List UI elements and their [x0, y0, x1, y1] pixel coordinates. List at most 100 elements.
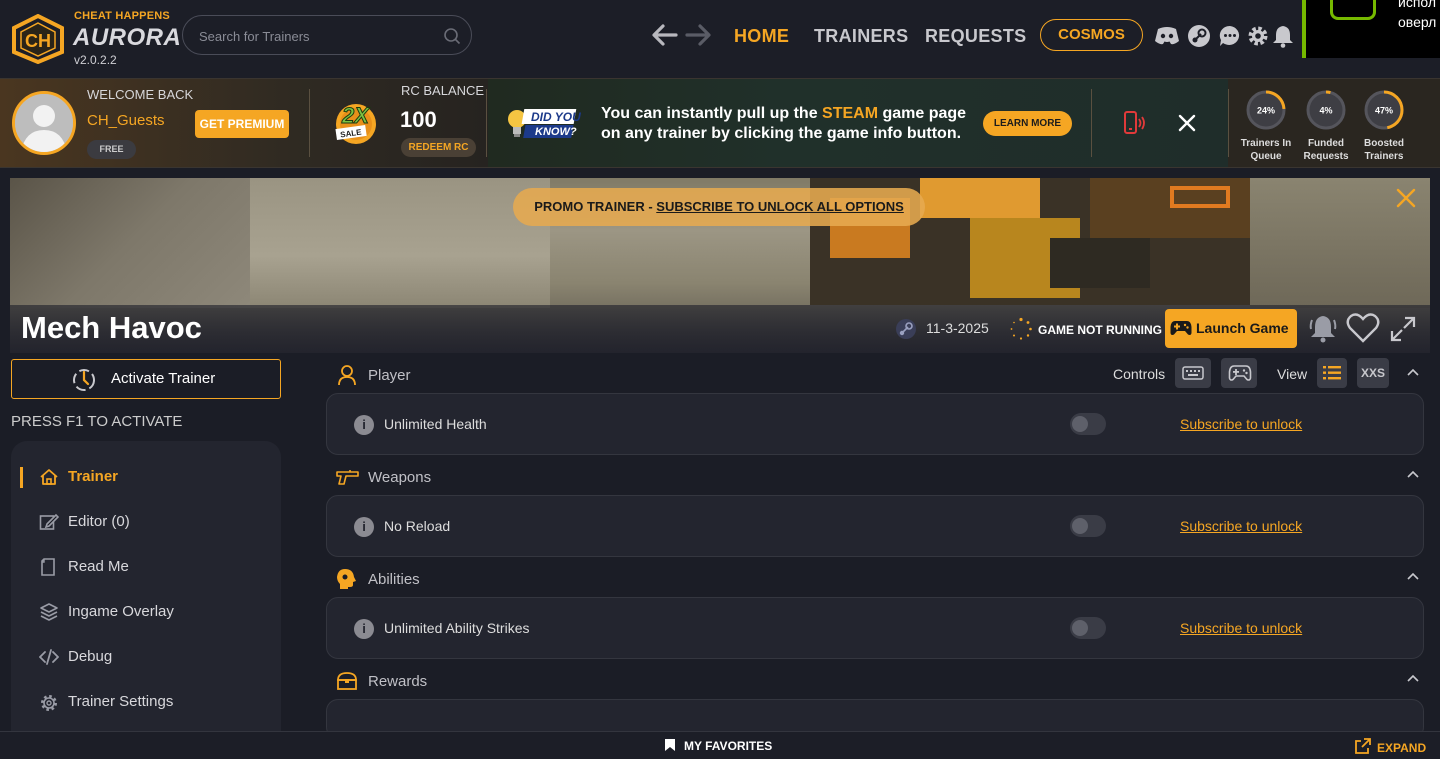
sidebar-item-label: Editor (0) [68, 513, 130, 530]
close-icon[interactable] [1178, 114, 1196, 132]
cheat-row: i Unlimited Ability Strikes Subscribe to… [326, 597, 1424, 659]
category-title: Abilities [368, 571, 420, 588]
sidebar-item-ingame-overlay[interactable]: Ingame Overlay [11, 592, 281, 632]
info-icon[interactable]: i [354, 619, 374, 639]
top-bar: CH CHEAT HAPPENS AURORA v2.0.2.2 HOME TR… [0, 0, 1440, 78]
sidebar-item-debug[interactable]: Debug [11, 637, 281, 677]
chevron-up-icon[interactable] [1406, 367, 1420, 377]
promo-banner[interactable]: PROMO TRAINER - SUBSCRIBE TO UNLOCK ALL … [513, 188, 925, 226]
user-strip: WELCOME BACK CH_Guests FREE GET PREMIUM … [0, 78, 1440, 168]
chevron-up-icon[interactable] [1406, 469, 1420, 479]
sidebar-item-label: Debug [68, 648, 113, 665]
subscribe-link[interactable]: Subscribe to unlock [1180, 518, 1302, 534]
category-player[interactable]: Player [336, 360, 1426, 390]
banner-art [1170, 186, 1230, 208]
cheat-toggle[interactable] [1070, 617, 1106, 639]
expand-button[interactable]: EXPAND [1355, 738, 1426, 755]
svg-text:CH: CH [25, 31, 51, 51]
back-arrow-icon[interactable] [650, 22, 678, 48]
favorite-heart-icon[interactable] [1346, 313, 1380, 343]
category-title: Rewards [368, 673, 428, 690]
rc-balance-label: RC BALANCE [401, 83, 485, 98]
category-rewards[interactable]: Rewards [336, 666, 1426, 696]
get-premium-button[interactable]: GET PREMIUM [195, 110, 289, 138]
svg-text:2X: 2X [341, 103, 370, 128]
document-icon [39, 558, 59, 576]
sidebar-item-trainer[interactable]: Trainer [11, 457, 281, 497]
search-input[interactable] [199, 26, 439, 46]
subscribe-link[interactable]: Subscribe to unlock [1180, 416, 1302, 432]
toggle-knob [1072, 518, 1088, 534]
gear-icon[interactable] [1246, 24, 1270, 48]
toggle-knob [1072, 416, 1088, 432]
toggle-knob [1072, 620, 1088, 636]
category-weapons[interactable]: Weapons [336, 462, 1426, 492]
cheat-toggle[interactable] [1070, 413, 1106, 435]
forward-arrow-icon[interactable] [685, 22, 713, 48]
cheat-toggle[interactable] [1070, 515, 1106, 537]
edit-icon [39, 513, 59, 531]
overlay-popup: испол оверл [1302, 0, 1440, 58]
avatar[interactable] [12, 91, 76, 155]
my-favorites-button[interactable]: MY FAVORITES [664, 738, 772, 753]
gear-icon [39, 693, 59, 713]
fullscreen-icon[interactable] [1390, 316, 1416, 342]
nav-trainers[interactable]: TRAINERS [814, 26, 908, 47]
nav-requests[interactable]: REQUESTS [925, 26, 1026, 47]
cheat-name: Unlimited Health [384, 416, 487, 432]
redeem-rc-button[interactable]: REDEEM RC [401, 138, 476, 157]
chat-icon[interactable] [1218, 24, 1242, 48]
nvidia-logo-icon [1330, 0, 1376, 20]
home-icon [39, 468, 59, 486]
cosmos-button[interactable]: COSMOS [1040, 19, 1143, 51]
divider [1091, 89, 1092, 157]
stat-boosted-trainers: 47% Boosted Trainers [1354, 89, 1414, 163]
stat-funded-requests: 4% Funded Requests [1296, 89, 1356, 163]
chevron-up-icon[interactable] [1406, 571, 1420, 581]
bell-icon[interactable] [1272, 24, 1296, 48]
progress-ring: 24% [1245, 89, 1287, 131]
activate-trainer-button[interactable]: Activate Trainer [11, 359, 281, 399]
category-abilities[interactable]: Abilities [336, 564, 1426, 594]
tier-badge: FREE [87, 140, 136, 159]
learn-more-button[interactable]: LEARN MORE [983, 111, 1072, 136]
sidebar-nav: Trainer Editor (0) Read Me Ingame Overla… [11, 441, 281, 731]
nav-home[interactable]: HOME [734, 26, 789, 47]
launch-game-button[interactable]: Launch Game [1165, 309, 1297, 348]
info-icon[interactable]: i [354, 415, 374, 435]
progress-ring: 47% [1363, 89, 1405, 131]
sidebar-item-trainer-settings[interactable]: Trainer Settings [11, 682, 281, 722]
banner-art [10, 178, 250, 308]
subscribe-link[interactable]: SUBSCRIBE TO UNLOCK ALL OPTIONS [656, 199, 904, 214]
category-title: Player [368, 367, 411, 384]
sidebar-item-label: Trainer [68, 468, 119, 485]
close-icon[interactable] [1396, 188, 1416, 208]
chevron-up-icon[interactable] [1406, 673, 1420, 683]
sale-badge[interactable]: 2X SALE [324, 97, 380, 147]
head-icon [336, 568, 358, 590]
steam-icon[interactable] [1187, 24, 1211, 48]
did-you-know-badge: DID YOU KNOW? [505, 105, 583, 145]
username[interactable]: CH_Guests [87, 112, 165, 129]
notify-bell-icon[interactable] [1308, 313, 1338, 343]
steam-icon[interactable] [895, 318, 917, 340]
banner-art [250, 178, 550, 308]
info-icon[interactable]: i [354, 517, 374, 537]
stat-label: Funded Requests [1303, 138, 1349, 162]
banner-art [920, 178, 1040, 218]
stat-trainers-in-queue: 24% Trainers In Queue [1236, 89, 1296, 163]
subscribe-link[interactable]: Subscribe to unlock [1180, 620, 1302, 636]
code-icon [39, 648, 59, 666]
sidebar-item-readme[interactable]: Read Me [11, 547, 281, 587]
sidebar-item-editor[interactable]: Editor (0) [11, 502, 281, 542]
expand-icon [1355, 738, 1371, 754]
welcome-label: WELCOME BACK [87, 87, 194, 102]
brand-name: AURORA [73, 24, 182, 51]
discord-icon[interactable] [1154, 24, 1179, 48]
power-icon [73, 369, 95, 391]
search-icon[interactable] [443, 27, 461, 45]
phone-vibrate-icon[interactable] [1120, 111, 1146, 135]
cheat-row: i No Reload Subscribe to unlock [326, 495, 1424, 557]
active-indicator [20, 467, 23, 488]
layers-icon [39, 603, 59, 621]
